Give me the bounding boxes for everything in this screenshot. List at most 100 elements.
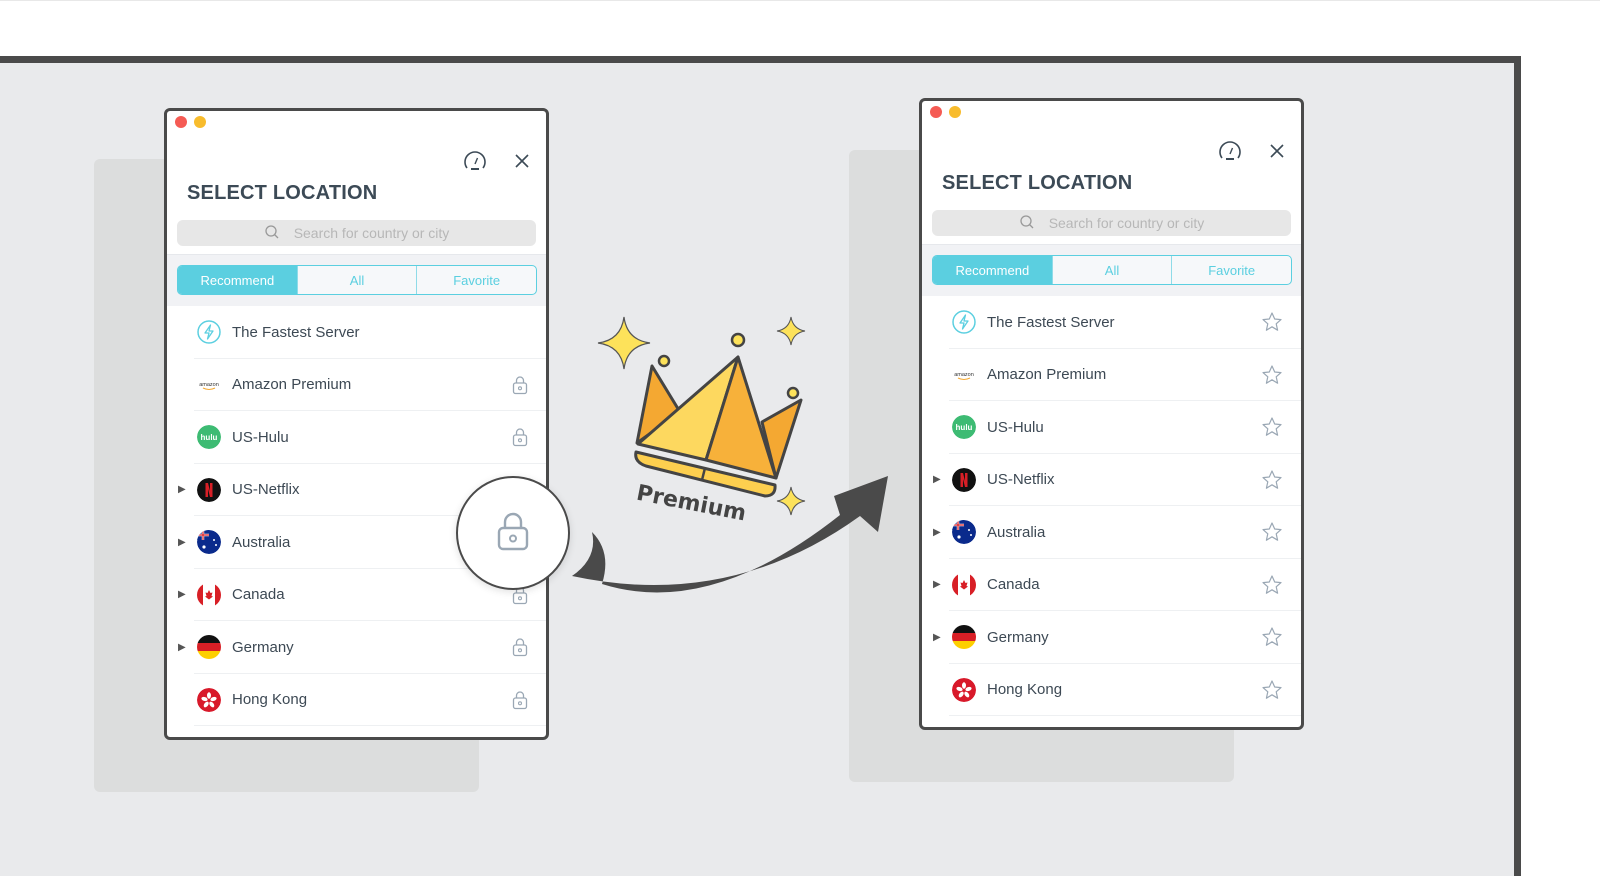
lock-icon xyxy=(512,427,528,447)
search-placeholder: Search for country or city xyxy=(1048,215,1205,231)
star-icon[interactable] xyxy=(1261,311,1283,333)
sparkle-icon xyxy=(776,316,806,346)
location-label: Germany xyxy=(232,638,294,656)
expand-caret-icon[interactable]: ▶ xyxy=(933,632,941,643)
close-window-dot[interactable] xyxy=(175,116,187,128)
location-label: Hong Kong xyxy=(232,691,308,709)
magnified-lock-callout xyxy=(456,476,570,590)
svg-text:hulu: hulu xyxy=(201,433,218,442)
top-divider xyxy=(0,0,1600,1)
location-label: Germany xyxy=(987,628,1049,646)
page-title: SELECT LOCATION xyxy=(187,182,378,204)
close-icon[interactable] xyxy=(1269,143,1285,159)
hulu-logo-icon: hulu xyxy=(197,425,221,450)
window-controls xyxy=(930,106,961,118)
hulu-logo-icon: hulu xyxy=(952,415,976,440)
hong-kong-flag-icon xyxy=(952,677,976,702)
curved-arrow-icon xyxy=(572,476,888,593)
svg-text:amazon: amazon xyxy=(954,372,974,378)
location-label: The Fastest Server xyxy=(232,323,360,341)
location-item[interactable]: Hong Kong xyxy=(922,664,1301,717)
canada-flag-icon xyxy=(952,572,976,597)
location-item[interactable]: amazon Amazon Premium xyxy=(922,349,1301,402)
speedometer-icon[interactable] xyxy=(1217,139,1243,163)
location-label: Australia xyxy=(232,533,291,551)
sparkle-icon xyxy=(776,486,806,516)
location-item[interactable]: ▶ Germany xyxy=(167,621,546,674)
location-item[interactable]: amazon Amazon Premium xyxy=(167,359,546,412)
location-label: US-Netflix xyxy=(232,481,300,499)
location-label: US-Hulu xyxy=(232,428,289,446)
star-icon[interactable] xyxy=(1261,521,1283,543)
sparkle-icon xyxy=(597,316,651,370)
after-select-location-window: SELECT LOCATION Search for country or ci… xyxy=(919,98,1304,730)
tab-recommend[interactable]: Recommend xyxy=(933,256,1052,284)
lock-icon xyxy=(512,637,528,657)
location-label: Australia xyxy=(987,523,1046,541)
australia-flag-icon xyxy=(952,520,976,545)
location-item[interactable]: ▶ Australia xyxy=(922,506,1301,559)
tab-favorite[interactable]: Favorite xyxy=(416,266,536,294)
before-select-location-window: SELECT LOCATION Search for country or ci… xyxy=(164,108,549,740)
tab-bar: Recommend All Favorite xyxy=(167,254,546,306)
star-icon[interactable] xyxy=(1261,469,1283,491)
australia-flag-icon xyxy=(197,530,221,555)
expand-caret-icon[interactable]: ▶ xyxy=(178,642,186,653)
window-controls xyxy=(175,116,206,128)
speedometer-icon[interactable] xyxy=(462,149,488,173)
location-label: Amazon Premium xyxy=(987,366,1107,384)
location-label: Hong Kong xyxy=(987,681,1063,699)
amazon-logo-icon: amazon xyxy=(952,362,976,387)
location-item[interactable]: ▶ US-Netflix xyxy=(922,454,1301,507)
search-placeholder: Search for country or city xyxy=(293,225,450,241)
star-icon[interactable] xyxy=(1261,574,1283,596)
location-label: Canada xyxy=(987,576,1040,594)
hong-kong-flag-icon xyxy=(197,687,221,712)
crown-icon xyxy=(634,332,803,498)
search-icon xyxy=(264,224,280,243)
germany-flag-icon xyxy=(197,635,221,660)
expand-caret-icon[interactable]: ▶ xyxy=(178,589,186,600)
minimize-window-dot[interactable] xyxy=(194,116,206,128)
canada-flag-icon xyxy=(197,582,221,607)
expand-caret-icon[interactable]: ▶ xyxy=(933,527,941,538)
lock-icon xyxy=(496,511,530,556)
tab-bar: Recommend All Favorite xyxy=(922,244,1301,296)
expand-caret-icon[interactable]: ▶ xyxy=(178,484,186,495)
location-item[interactable]: The Fastest Server xyxy=(167,306,546,359)
location-item[interactable]: The Fastest Server xyxy=(922,296,1301,349)
location-label: Amazon Premium xyxy=(232,376,352,394)
svg-text:amazon: amazon xyxy=(199,382,219,388)
close-window-dot[interactable] xyxy=(930,106,942,118)
close-icon[interactable] xyxy=(514,153,530,169)
star-icon[interactable] xyxy=(1261,679,1283,701)
location-item[interactable]: hulu US-Hulu xyxy=(167,411,546,464)
lightning-icon xyxy=(197,320,221,344)
location-item[interactable]: ▶ Germany xyxy=(922,611,1301,664)
tab-favorite[interactable]: Favorite xyxy=(1171,256,1291,284)
expand-caret-icon[interactable]: ▶ xyxy=(933,474,941,485)
tab-recommend[interactable]: Recommend xyxy=(178,266,297,294)
premium-upgrade-illustration: Premium xyxy=(572,316,888,593)
search-icon xyxy=(1019,214,1035,233)
expand-caret-icon[interactable]: ▶ xyxy=(933,579,941,590)
expand-caret-icon[interactable]: ▶ xyxy=(178,537,186,548)
lock-icon xyxy=(512,690,528,710)
netflix-logo-icon xyxy=(952,467,976,492)
location-item[interactable]: hulu US-Hulu xyxy=(922,401,1301,454)
location-item[interactable]: Hong Kong xyxy=(167,674,546,727)
star-icon[interactable] xyxy=(1261,626,1283,648)
location-label: The Fastest Server xyxy=(987,313,1115,331)
star-icon[interactable] xyxy=(1261,364,1283,386)
page-title: SELECT LOCATION xyxy=(942,172,1133,194)
location-label: US-Hulu xyxy=(987,418,1044,436)
tab-all[interactable]: All xyxy=(1051,256,1172,284)
location-item[interactable]: ▶ Canada xyxy=(922,559,1301,612)
search-input[interactable]: Search for country or city xyxy=(177,220,536,246)
star-icon[interactable] xyxy=(1261,416,1283,438)
minimize-window-dot[interactable] xyxy=(949,106,961,118)
search-input[interactable]: Search for country or city xyxy=(932,210,1291,236)
svg-text:hulu: hulu xyxy=(956,423,973,432)
germany-flag-icon xyxy=(952,625,976,650)
tab-all[interactable]: All xyxy=(296,266,417,294)
